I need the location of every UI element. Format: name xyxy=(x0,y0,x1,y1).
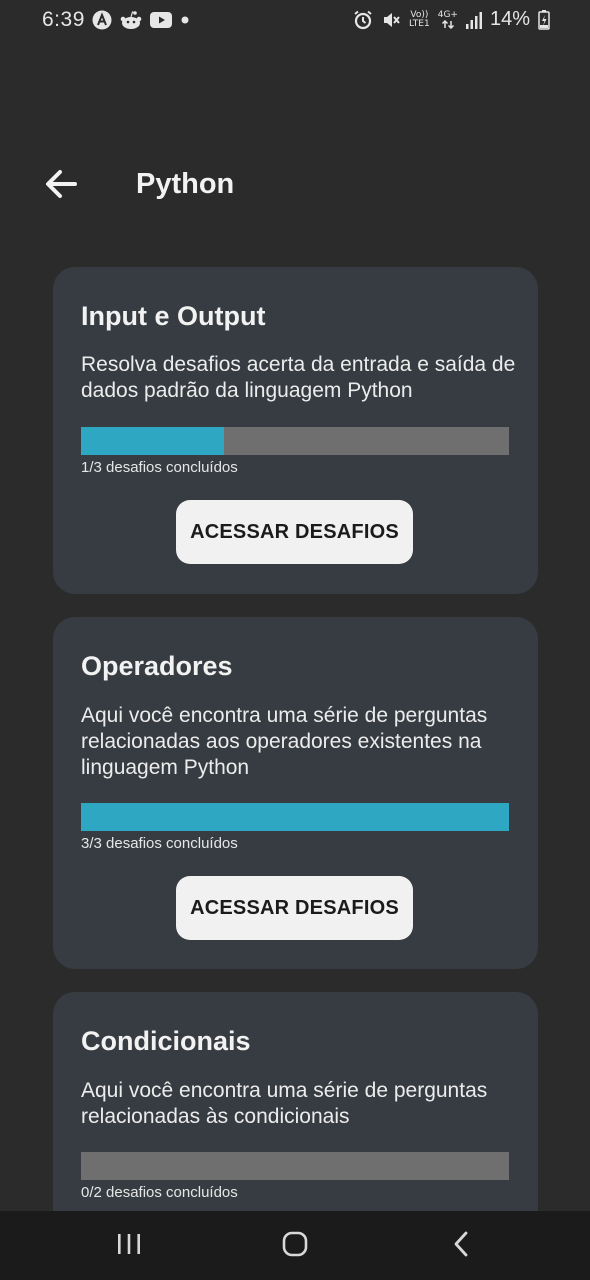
progress-bar xyxy=(81,1152,509,1180)
card-description: Resolva desafios acerta da entrada e saí… xyxy=(81,353,516,402)
progress-bar xyxy=(81,803,509,831)
progress-fill xyxy=(81,803,509,831)
back-icon xyxy=(451,1230,471,1263)
reddit-icon xyxy=(120,10,142,30)
system-nav-bar xyxy=(0,1211,590,1280)
page-title: Python xyxy=(136,168,235,200)
signal-icon xyxy=(465,11,482,29)
youtube-icon xyxy=(150,12,172,28)
arrow-left-icon xyxy=(44,169,78,204)
alarm-icon xyxy=(353,10,373,30)
progress-text: 3/3 desafios concluídos xyxy=(81,835,238,852)
screen: 6:39 Vo)) LTE1 4G+ 14% Python Input e Ou… xyxy=(0,0,590,1280)
app-header: Python xyxy=(0,160,590,212)
battery-percent: 14% xyxy=(489,8,530,30)
lte-label: LTE1 xyxy=(409,18,430,29)
recent-apps-icon xyxy=(116,1232,142,1261)
home-button[interactable] xyxy=(270,1229,320,1263)
status-time: 6:39 xyxy=(42,8,85,31)
card-input-output: Input e Output Resolva desafios acerta d… xyxy=(53,267,538,594)
system-back-button[interactable] xyxy=(436,1229,486,1263)
mute-icon xyxy=(381,10,401,30)
card-title: Operadores xyxy=(81,651,233,681)
dot-icon xyxy=(180,15,190,25)
home-icon xyxy=(281,1230,309,1263)
status-system-icons: Vo)) LTE1 4G+ 14% xyxy=(353,8,550,31)
access-challenges-button[interactable]: ACESSAR DESAFIOS xyxy=(176,500,413,564)
progress-text: 0/2 desafios concluídos xyxy=(81,1184,238,1201)
card-description: Aqui você encontra uma série de pergunta… xyxy=(81,1079,488,1128)
progress-fill xyxy=(81,427,224,455)
network-4g-icon: 4G+ xyxy=(437,9,458,29)
battery-charging-icon xyxy=(538,9,550,30)
card-title: Condicionais xyxy=(81,1026,251,1056)
recent-apps-button[interactable] xyxy=(104,1229,154,1263)
volte-icon: Vo)) LTE1 xyxy=(409,10,430,29)
card-title: Input e Output xyxy=(81,301,266,331)
card-description: Aqui você encontra uma série de pergunta… xyxy=(81,704,488,779)
progress-bar xyxy=(81,427,509,455)
card-operadores: Operadores Aqui você encontra uma série … xyxy=(53,617,538,969)
back-button[interactable] xyxy=(36,164,86,208)
status-bar: 6:39 Vo)) LTE1 4G+ 14% xyxy=(0,0,590,44)
network-type-label: 4G+ xyxy=(437,9,458,20)
progress-text: 1/3 desafios concluídos xyxy=(81,459,238,476)
notification-a-icon xyxy=(92,10,112,30)
status-notification-icons xyxy=(92,10,190,30)
access-challenges-button[interactable]: ACESSAR DESAFIOS xyxy=(176,876,413,940)
